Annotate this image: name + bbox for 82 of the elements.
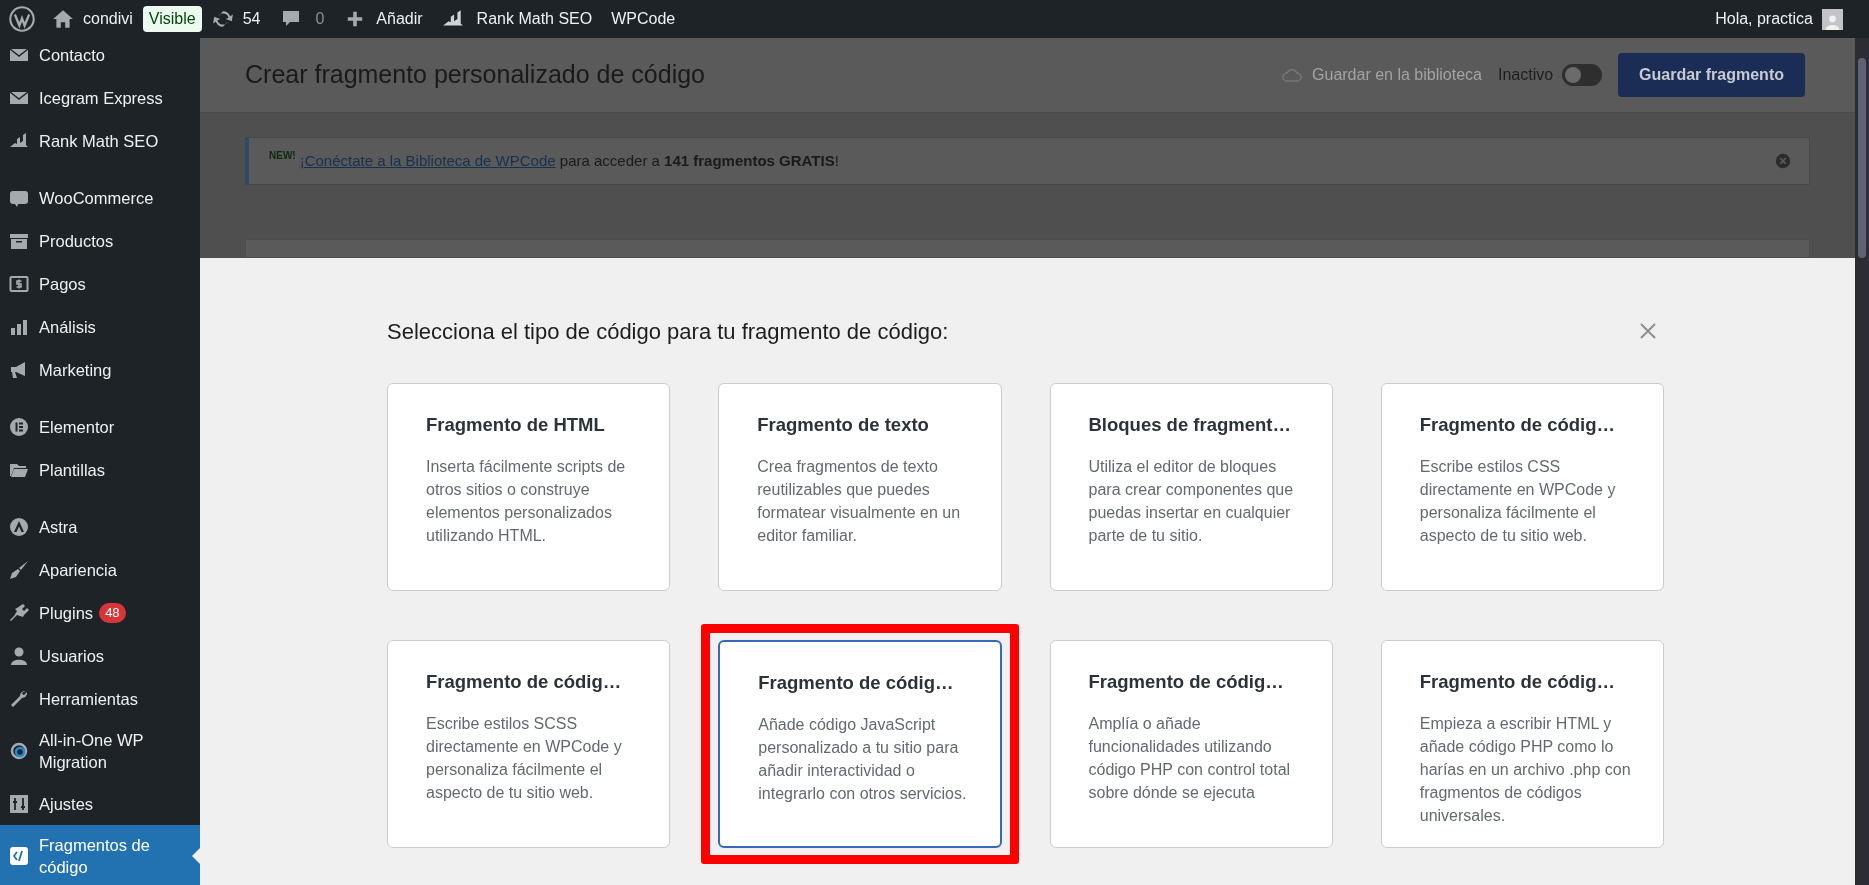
sidebar-item[interactable]: WooCommerce — [0, 176, 200, 219]
brush-icon — [9, 559, 29, 580]
greeting-link[interactable]: Hola, practica — [1715, 7, 1813, 31]
sidebar-item[interactable]: Ajustes — [0, 782, 200, 825]
sidebar-item[interactable]: Herramientas — [0, 677, 200, 720]
new-link[interactable]: Añadir — [346, 7, 423, 31]
snippet-type-card[interactable]: Fragmento de códig… Escribe estilos SCSS directamente en WPCode y personaliza fácilmente el aspecto de tu sitio web. — [387, 640, 671, 848]
elementor-icon — [9, 416, 29, 437]
snippet-type-card[interactable]: Fragmento de códig… Añade código JavaScript personalizado a tu sitio para añadir interactividad o integrarlo con otros servicios. — [718, 640, 1002, 848]
save-button[interactable]: Guardar fragmento — [1618, 53, 1805, 98]
card-description: Inserta fácilmente scripts de otros sitios o construye elementos personalizados utilizando HTML. — [426, 456, 627, 546]
card-description: Utiliza el editor de bloques para crear componentes que puedas insertar en cualquier parte de tu sitio. — [1088, 456, 1295, 546]
visibility-badge: Visible — [142, 6, 202, 32]
wordpress-logo-icon[interactable] — [9, 6, 35, 32]
card-description: Empieza a escribir HTML y añade código PHP como lo harías en un archivo .php con fragmentos de códigos universales. — [1419, 713, 1632, 826]
astra-icon — [9, 516, 29, 537]
close-icon[interactable] — [1638, 321, 1658, 341]
sliders-icon — [9, 793, 29, 814]
card-title: Fragmento de códig… — [426, 670, 623, 694]
sidebar-item[interactable]: Plantillas — [0, 448, 200, 491]
card-title: Fragmento de códig… — [1088, 670, 1285, 694]
sidebar-item[interactable]: Plugins 48 — [0, 591, 200, 634]
card-description: Añade código JavaScript personalizado a tu sitio para añadir interactividad o integrarlo con otros servicios. — [758, 714, 968, 804]
comments-link[interactable]: 0 — [281, 7, 325, 31]
status-toggle[interactable] — [1562, 64, 1603, 87]
save-to-library-label: Guardar en la biblioteca — [1312, 65, 1482, 86]
snippet-type-card[interactable]: Fragmento de códig… Empieza a escribir HTML y añade código PHP como lo harías en un archivo .php con fragmentos de códigos universales. — [1380, 640, 1664, 848]
sidebar-item[interactable]: Usuarios — [0, 634, 200, 677]
close-circle-icon[interactable] — [1775, 153, 1791, 170]
snippet-type-card[interactable]: Bloques de fragment… Utiliza el editor de bloques para crear componentes que puedas insertar en cualquier parte de tu sitio. — [1049, 383, 1333, 591]
sidebar-item[interactable]: Icegram Express — [0, 76, 200, 119]
card-description: Escribe estilos SCSS directamente en WPCode y personaliza fácilmente el aspecto de tu sitio web. — [426, 713, 623, 803]
card-description: Crea fragmentos de texto reutilizables que puedes formatear visualmente en un editor familiar. — [757, 456, 962, 546]
count-badge: 48 — [99, 602, 126, 623]
sidebar-item[interactable]: Elementor — [0, 405, 200, 448]
card-title: Fragmento de texto — [757, 413, 930, 437]
site-name: condivi — [83, 9, 133, 29]
updates-count: 54 — [242, 9, 261, 29]
avatar-icon[interactable] — [1822, 8, 1843, 30]
dollar-icon — [9, 273, 29, 294]
sidebar-item[interactable]: Productos — [0, 219, 200, 262]
sidebar-item[interactable]: All-in-One WP Migration — [0, 720, 200, 782]
comments-count: 0 — [315, 9, 325, 29]
wpcode-link[interactable]: WPCode — [611, 7, 676, 31]
card-title: Bloques de fragment… — [1088, 413, 1292, 437]
snippet-type-card[interactable]: Fragmento de HTML Inserta fácilmente scripts de otros sitios o construye elementos personalizados utilizando HTML. — [387, 383, 671, 591]
wrench-icon — [9, 688, 29, 709]
refresh-circle-icon — [9, 741, 29, 761]
sidebar-item[interactable]: Fragmentos de código — [0, 825, 200, 885]
comment-icon — [281, 9, 302, 29]
card-description: Escribe estilos CSS directamente en WPCode y personaliza fácilmente el aspecto de tu sitio web. — [1419, 456, 1617, 546]
card-title: Fragmento de códig… — [758, 671, 955, 695]
plus-icon — [346, 10, 365, 28]
sidebar-item[interactable]: Astra — [0, 505, 200, 548]
card-title: Fragmento de HTML — [426, 413, 606, 437]
new-label: Añadir — [376, 9, 423, 29]
sidebar-item[interactable]: Rank Math SEO — [0, 119, 200, 162]
updates-link[interactable]: 54 — [211, 7, 261, 31]
plug-icon — [9, 602, 29, 623]
modal-title: Selecciona el tipo de código para tu fragmento de código: — [387, 317, 949, 346]
user-icon — [9, 645, 29, 666]
sidebar-item[interactable]: Marketing — [0, 348, 200, 391]
rank-math-label: Rank Math SEO — [476, 9, 593, 29]
sidebar-item[interactable]: Análisis — [0, 305, 200, 348]
home-icon — [52, 8, 74, 30]
status-label: Inactivo — [1497, 65, 1554, 86]
page-title: Crear fragmento personalizado de código — [245, 59, 706, 91]
new-tag: NEW! — [269, 148, 296, 164]
refresh-icon — [211, 8, 234, 30]
sidebar-item[interactable]: Contacto — [0, 38, 200, 76]
card-description: Amplía o añade funcionalidades utilizando código PHP con control total sobre dónde se ejecuta — [1088, 713, 1292, 803]
snippet-type-card[interactable]: Fragmento de texto Crea fragmentos de texto reutilizables que puedes formatear visualmente en un editor familiar. — [718, 383, 1002, 591]
rank-math-link[interactable]: Rank Math SEO — [440, 7, 593, 31]
notice-text: ¡Conéctate a la Biblioteca de WPCode para acceder a 141 fragmentos GRATIS! — [299, 150, 840, 171]
card-title: Fragmento de códig… — [1419, 413, 1617, 437]
card-title: Fragmento de códig… — [1419, 670, 1617, 694]
code-icon — [9, 846, 29, 866]
snippet-type-card[interactable]: Fragmento de códig… Amplía o añade funcionalidades utilizando código PHP con control total sobre dónde se ejecuta — [1049, 640, 1333, 848]
snippet-type-card[interactable]: Fragmento de códig… Escribe estilos CSS directamente en WPCode y personaliza fácilmente el aspecto de tu sitio web. — [1380, 383, 1664, 591]
sidebar-item[interactable]: Apariencia — [0, 548, 200, 591]
site-link[interactable]: condivi — [52, 7, 133, 31]
sidebar-item[interactable]: Pagos — [0, 262, 200, 305]
